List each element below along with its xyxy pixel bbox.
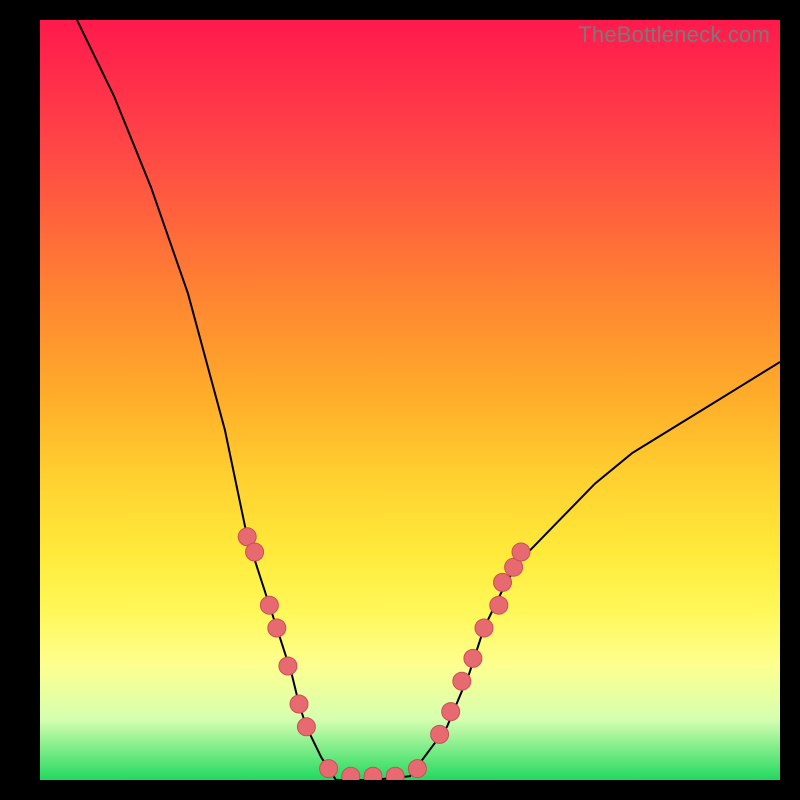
- marker-dot: [342, 767, 360, 780]
- marker-dot: [290, 695, 308, 713]
- marker-dot: [364, 767, 382, 780]
- marker-dot: [297, 718, 315, 736]
- marker-dot: [453, 672, 471, 690]
- marker-dot: [260, 596, 278, 614]
- marker-dot: [475, 619, 493, 637]
- curve-path: [77, 20, 780, 780]
- marker-dot: [494, 573, 512, 591]
- marker-dot: [442, 703, 460, 721]
- marker-dot: [431, 725, 449, 743]
- marker-dot: [408, 760, 426, 778]
- marker-dot: [268, 619, 286, 637]
- plot-area: TheBottleneck.com: [40, 20, 780, 780]
- marker-dot: [512, 543, 530, 561]
- marker-dot: [320, 760, 338, 778]
- marker-dot: [386, 767, 404, 780]
- marker-dot: [279, 657, 297, 675]
- marker-dot: [464, 649, 482, 667]
- marker-dot: [490, 596, 508, 614]
- marker-group: [238, 528, 530, 780]
- chart-overlay: [40, 20, 780, 780]
- marker-dot: [246, 543, 264, 561]
- chart-frame: TheBottleneck.com: [0, 0, 800, 800]
